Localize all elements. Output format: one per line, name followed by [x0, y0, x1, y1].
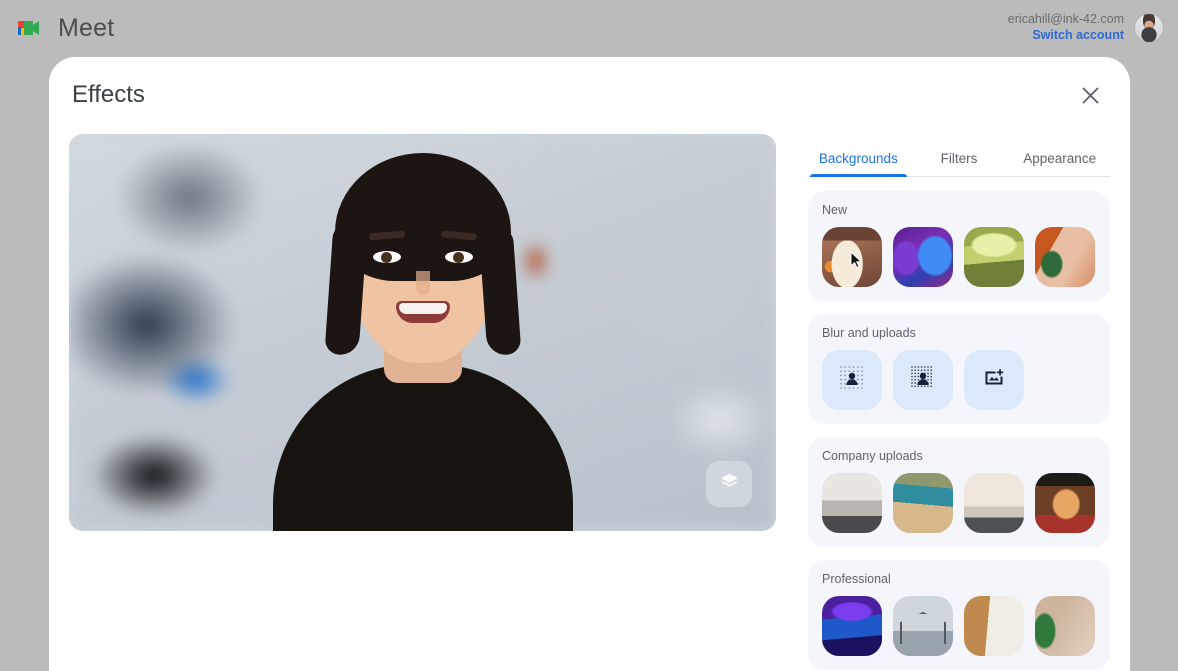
switch-account-link[interactable]: Switch account [1008, 28, 1124, 44]
new-background-2[interactable] [893, 227, 953, 287]
account-email: ericahill@ink-42.com [1007, 12, 1124, 27]
section-title: New [822, 203, 848, 217]
section-professional: Professional [808, 560, 1110, 670]
effects-tabs: Backgrounds Filters Appearance [808, 134, 1110, 177]
effects-dialog: Effects Backgrounds Filters Appearance N… [49, 57, 1130, 671]
layers-effects-icon [719, 471, 740, 497]
brand: Meet [12, 14, 114, 43]
account-area: ericahill@ink-42.com Switch account [1008, 12, 1164, 43]
tab-appearance[interactable]: Appearance [1009, 151, 1110, 176]
effects-sections: New Blur and uploads Company uploads Profes… [808, 191, 1110, 670]
thumbnail-row [822, 596, 1096, 656]
section-company-uploads: Company uploads [808, 437, 1110, 547]
slight-blur-icon [839, 365, 865, 396]
heavy-blur-button[interactable] [893, 350, 953, 410]
section-title: Blur and uploads [822, 326, 916, 340]
slight-blur-button[interactable] [822, 350, 882, 410]
upload-image-button[interactable] [964, 350, 1024, 410]
section-title: Professional [822, 572, 891, 586]
brand-name: Meet [58, 13, 115, 42]
effects-panel: Backgrounds Filters Appearance New Blur and… [808, 134, 1110, 671]
video-preview-area [69, 134, 776, 531]
top-bar: Meet ericahill@ink-42.com Switch account [0, 0, 1178, 56]
professional-background-3[interactable] [964, 596, 1024, 656]
new-background-4[interactable] [1035, 227, 1095, 287]
effects-toggle-button[interactable] [706, 461, 752, 507]
company-background-4[interactable] [1035, 473, 1095, 533]
thumbnail-row [822, 227, 1096, 287]
section-title: Company uploads [822, 449, 923, 463]
new-background-3[interactable] [964, 227, 1024, 287]
avatar[interactable] [1134, 13, 1164, 43]
app-root: Meet ericahill@ink-42.com Switch account… [0, 0, 1178, 671]
add-image-icon [982, 366, 1006, 395]
tab-backgrounds[interactable]: Backgrounds [808, 151, 909, 177]
company-background-2[interactable] [893, 473, 953, 533]
heavy-blur-icon [910, 365, 936, 396]
section-new: New [808, 191, 1110, 301]
page-title: Effects [72, 81, 145, 108]
new-background-1[interactable] [822, 227, 882, 287]
person-silhouette [258, 153, 588, 531]
professional-background-2[interactable] [893, 596, 953, 656]
company-background-3[interactable] [964, 473, 1024, 533]
tab-filters[interactable]: Filters [909, 151, 1010, 176]
self-video-preview [69, 134, 776, 531]
close-icon [1082, 87, 1099, 107]
thumbnail-row [822, 350, 1096, 410]
dialog-header: Effects [49, 57, 1130, 133]
professional-background-1[interactable] [822, 596, 882, 656]
account-text: ericahill@ink-42.com Switch account [1008, 12, 1124, 43]
section-blur-and-uploads: Blur and uploads [808, 314, 1110, 424]
close-button[interactable] [1072, 79, 1108, 115]
company-background-1[interactable] [822, 473, 882, 533]
google-meet-logo-icon [12, 14, 46, 42]
thumbnail-row [822, 473, 1096, 533]
professional-background-4[interactable] [1035, 596, 1095, 656]
